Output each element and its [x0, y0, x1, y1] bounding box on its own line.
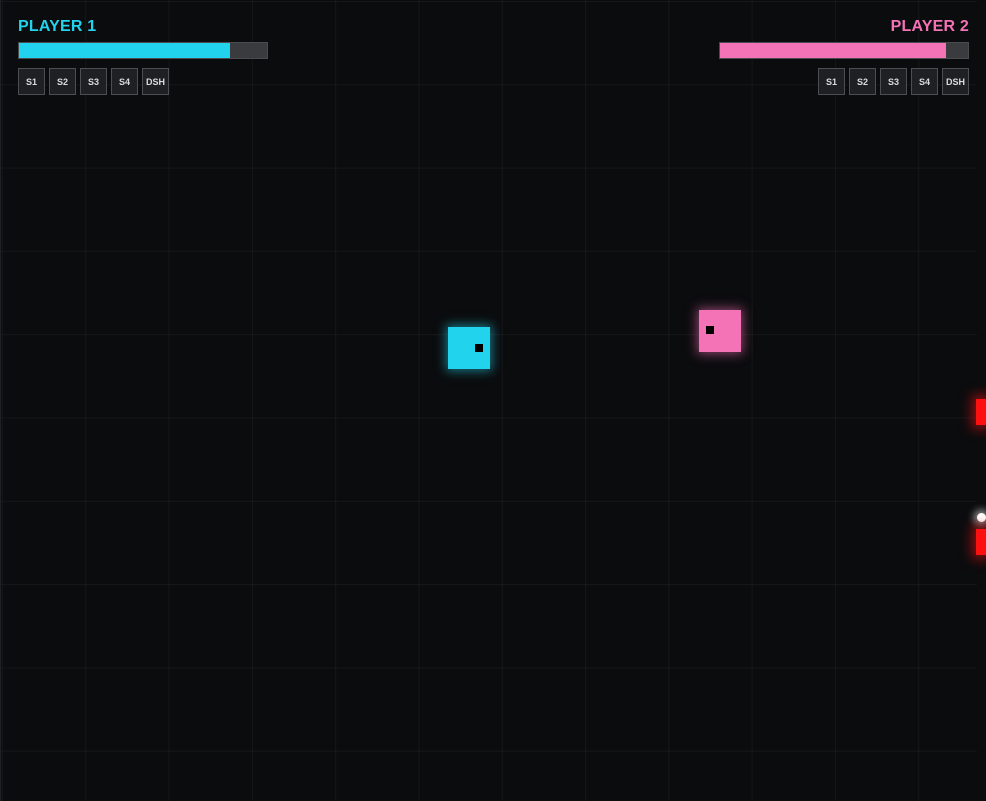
- player-1-health-fill: [19, 43, 230, 58]
- white-orb: [977, 513, 986, 522]
- red-hazard-block: [976, 529, 986, 555]
- arena-grid: [0, 0, 977, 801]
- player-2-fighter: [699, 310, 741, 352]
- player-2-slot-s1[interactable]: S1: [818, 68, 845, 95]
- player-1-ability-slots: S1 S2 S3 S4 DSH: [18, 68, 268, 95]
- player-2-eye: [706, 326, 714, 334]
- player-2-health-fill: [720, 43, 946, 58]
- player-1-eye: [475, 344, 483, 352]
- player-1-health-bar: [18, 42, 268, 59]
- player-2-slot-s3[interactable]: S3: [880, 68, 907, 95]
- game-screen: PLAYER 1 S1 S2 S3 S4 DSH PLAYER 2 S1 S2 …: [0, 0, 986, 801]
- player-2-health-bar: [719, 42, 969, 59]
- player-1-slot-s1[interactable]: S1: [18, 68, 45, 95]
- player-2-slot-s2[interactable]: S2: [849, 68, 876, 95]
- player-1-fighter: [448, 327, 490, 369]
- player-2-hud: PLAYER 2 S1 S2 S3 S4 DSH: [719, 16, 969, 95]
- player-2-slot-s4[interactable]: S4: [911, 68, 938, 95]
- player-1-slot-s4[interactable]: S4: [111, 68, 138, 95]
- player-1-slot-dash[interactable]: DSH: [142, 68, 169, 95]
- player-2-ability-slots: S1 S2 S3 S4 DSH: [719, 68, 969, 95]
- player-1-slot-s2[interactable]: S2: [49, 68, 76, 95]
- player-2-label: PLAYER 2: [890, 18, 969, 35]
- player-2-slot-dash[interactable]: DSH: [942, 68, 969, 95]
- player-1-hud: PLAYER 1 S1 S2 S3 S4 DSH: [18, 16, 268, 95]
- player-1-slot-s3[interactable]: S3: [80, 68, 107, 95]
- player-1-label: PLAYER 1: [18, 18, 97, 35]
- red-hazard-block: [976, 399, 986, 425]
